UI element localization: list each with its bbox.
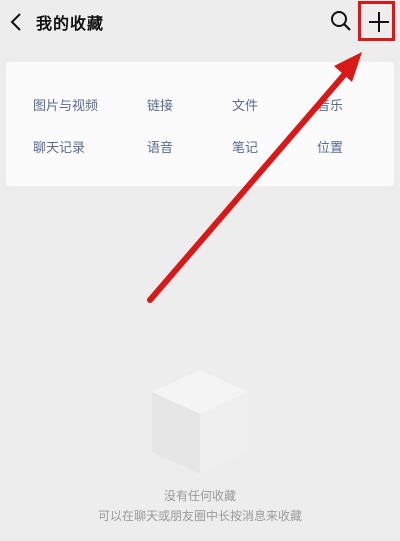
category-files[interactable]: 文件 [232,95,258,114]
add-button[interactable] [360,2,398,42]
top-bar: 我的收藏 [0,0,400,46]
category-music[interactable]: 音乐 [317,95,343,114]
empty-state-subtitle: 可以在聊天或朋友圈中长按消息来收藏 [97,509,302,523]
plus-icon [369,12,389,32]
category-location[interactable]: 位置 [317,137,343,156]
category-panel: 图片与视频 链接 文件 音乐 聊天记录 语音 笔记 位置 [6,62,394,186]
empty-box-icon [152,370,248,474]
category-notes[interactable]: 笔记 [232,137,258,156]
category-links[interactable]: 链接 [147,95,173,114]
back-button[interactable] [4,8,28,36]
category-voice[interactable]: 语音 [147,137,173,156]
empty-state-title: 没有任何收藏 [163,489,236,503]
page-title: 我的收藏 [36,14,105,33]
category-chat-history[interactable]: 聊天记录 [33,137,85,156]
category-images-videos[interactable]: 图片与视频 [33,95,98,114]
search-icon [331,11,351,31]
chevron-left-icon [10,13,21,31]
search-button[interactable] [330,10,352,32]
